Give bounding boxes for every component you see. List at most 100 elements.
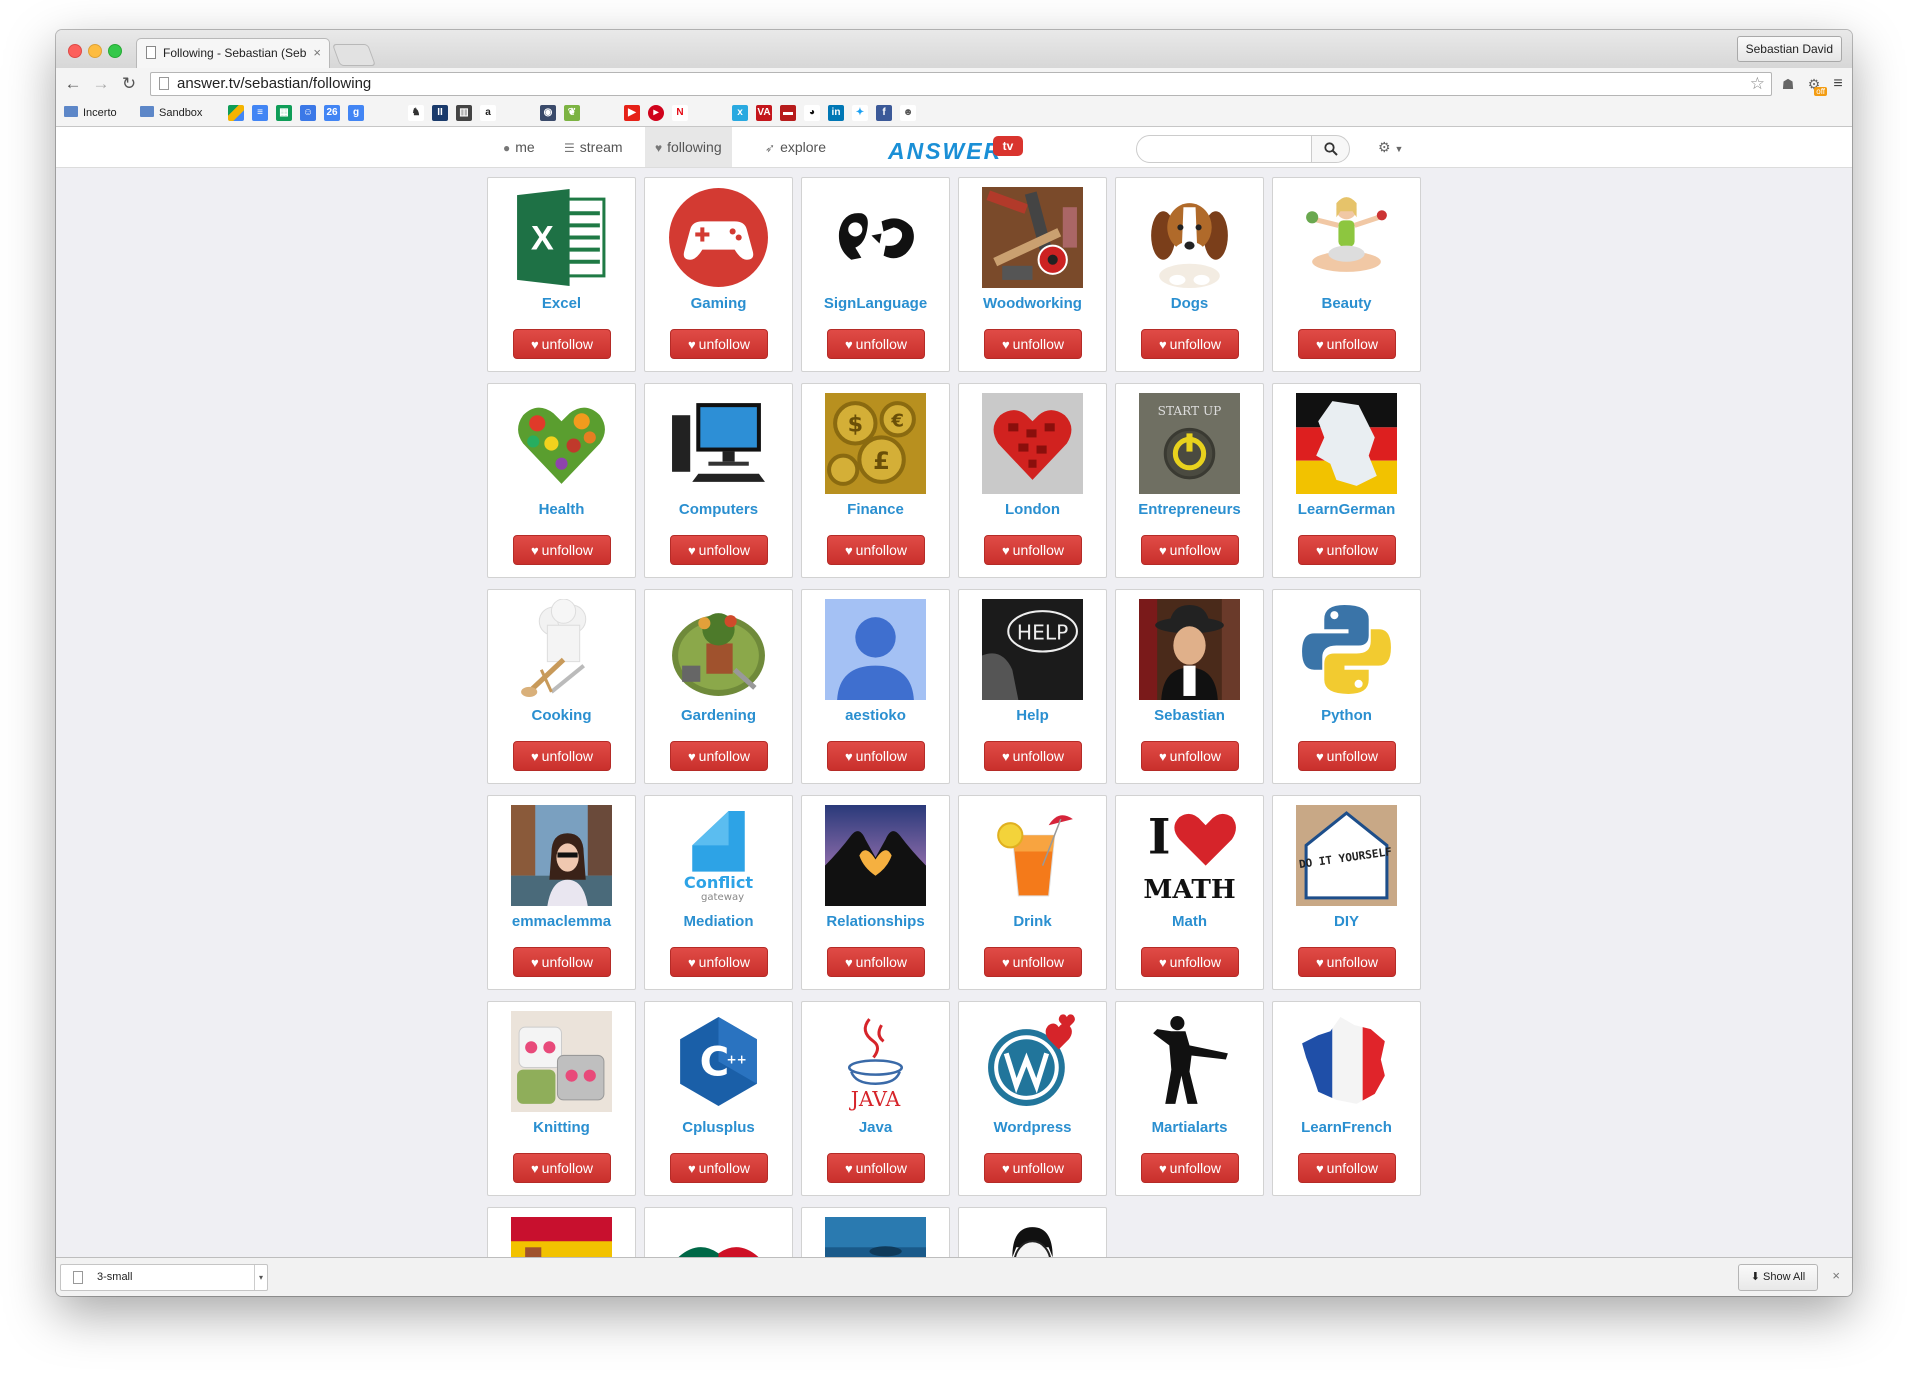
unfollow-button[interactable]: ♥ unfollow [1298, 329, 1396, 359]
unfollow-button[interactable]: ♥ unfollow [513, 1153, 611, 1183]
unfollow-button[interactable]: ♥ unfollow [1141, 741, 1239, 771]
topic-name[interactable]: LearnFrench [1273, 1119, 1420, 1136]
excel-thumbnail[interactable]: X [511, 187, 612, 288]
unfollow-button[interactable]: ♥ unfollow [984, 741, 1082, 771]
close-icon[interactable]: × [1832, 1268, 1840, 1283]
java-thumbnail[interactable]: JAVA [825, 1011, 926, 1112]
martialarts-thumbnail[interactable] [1139, 1011, 1240, 1112]
twitter-bookmark-icon[interactable]: ✦ [852, 105, 868, 121]
topic-name[interactable]: SignLanguage [802, 295, 949, 312]
unfollow-button[interactable]: ♥ unfollow [827, 1153, 925, 1183]
forward-icon[interactable]: → [90, 72, 112, 96]
unfollow-button[interactable]: ♥ unfollow [513, 329, 611, 359]
unfollow-button[interactable]: ♥ unfollow [1298, 741, 1396, 771]
close-window-button[interactable] [68, 44, 82, 58]
unfollow-button[interactable]: ♥ unfollow [984, 535, 1082, 565]
topic-name[interactable]: DIY [1273, 913, 1420, 930]
unfollow-button[interactable]: ♥ unfollow [513, 741, 611, 771]
computers-thumbnail[interactable] [668, 393, 769, 494]
topic-name[interactable]: Entrepreneurs [1116, 501, 1263, 518]
reload-icon[interactable]: ↻ [118, 72, 140, 96]
topic-name[interactable]: Gaming [645, 295, 792, 312]
unfollow-button[interactable]: ♥ unfollow [827, 947, 925, 977]
topic-name[interactable]: Computers [645, 501, 792, 518]
signlanguage-thumbnail[interactable] [825, 187, 926, 288]
topic-name[interactable]: Finance [802, 501, 949, 518]
topic-name[interactable]: Math [1116, 913, 1263, 930]
unfollow-button[interactable]: ♥ unfollow [1141, 1153, 1239, 1183]
aestioko-avatar[interactable] [825, 599, 926, 700]
unfollow-button[interactable]: ♥ unfollow [670, 535, 768, 565]
topic-name[interactable]: Beauty [1273, 295, 1420, 312]
menu-icon[interactable]: ≡ [1828, 74, 1848, 94]
bookmark-star-icon[interactable]: ☆ [1750, 73, 1765, 95]
topic-name[interactable]: Knitting [488, 1119, 635, 1136]
unfollow-button[interactable]: ♥ unfollow [670, 947, 768, 977]
learnfrench-thumbnail[interactable] [1296, 1011, 1397, 1112]
search-button[interactable] [1311, 135, 1350, 163]
bookmark-folder-incerto[interactable]: Incerto [64, 105, 117, 121]
settings-dropdown[interactable]: ⚙ ▼ [1378, 127, 1403, 167]
instapaper-bookmark-icon[interactable]: II [432, 105, 448, 121]
gardening-thumbnail[interactable] [668, 599, 769, 700]
python-thumbnail[interactable] [1296, 599, 1397, 700]
github-bookmark-icon[interactable]: ◕ [804, 105, 820, 121]
unfollow-button[interactable]: ♥ unfollow [1298, 947, 1396, 977]
topic-name[interactable]: Sebastian [1116, 707, 1263, 724]
play-bookmark-icon[interactable]: ▸ [648, 105, 664, 121]
topic-name[interactable]: Martialarts [1116, 1119, 1263, 1136]
mexican-flag-thumbnail[interactable] [668, 1217, 769, 1257]
unfollow-button[interactable]: ♥ unfollow [984, 1153, 1082, 1183]
diving-thumbnail[interactable] [825, 1217, 926, 1257]
address-bar[interactable]: answer.tv/sebastian/following ☆ [150, 72, 1772, 96]
topic-name[interactable]: Wordpress [959, 1119, 1106, 1136]
health-thumbnail[interactable] [511, 393, 612, 494]
london-thumbnail[interactable] [982, 393, 1083, 494]
nav-me[interactable]: ● me [503, 127, 535, 167]
topic-name[interactable]: Help [959, 707, 1106, 724]
topic-name[interactable]: aestioko [802, 707, 949, 724]
help-thumbnail[interactable]: HELP [982, 599, 1083, 700]
sebastian-avatar[interactable] [1139, 599, 1240, 700]
topic-name[interactable]: Python [1273, 707, 1420, 724]
extension-alien-icon[interactable]: ☗ [1778, 74, 1798, 94]
download-item[interactable]: 3-small ▾ [60, 1264, 268, 1291]
gaming-thumbnail[interactable] [668, 187, 769, 288]
knitting-thumbnail[interactable] [511, 1011, 612, 1112]
unfollow-button[interactable]: ♥ unfollow [984, 329, 1082, 359]
contacts-bookmark-icon[interactable]: ☺ [300, 105, 316, 121]
topic-name[interactable]: Health [488, 501, 635, 518]
leaf-bookmark-icon[interactable]: ❦ [564, 105, 580, 121]
unfollow-button[interactable]: ♥ unfollow [827, 329, 925, 359]
unfollow-button[interactable]: ♥ unfollow [513, 535, 611, 565]
cooking-thumbnail[interactable] [511, 599, 612, 700]
unfollow-button[interactable]: ♥ unfollow [984, 947, 1082, 977]
topic-name[interactable]: London [959, 501, 1106, 518]
minimize-window-button[interactable] [88, 44, 102, 58]
x-bookmark-icon[interactable]: x [732, 105, 748, 121]
topic-name[interactable]: Java [802, 1119, 949, 1136]
site-logo-tv[interactable]: tv [993, 136, 1023, 156]
facebook-bookmark-icon[interactable]: f [876, 105, 892, 121]
drink-thumbnail[interactable] [982, 805, 1083, 906]
topic-name[interactable]: Woodworking [959, 295, 1106, 312]
cplusplus-thumbnail[interactable]: C ++ [668, 1011, 769, 1112]
extension-robot-icon[interactable]: ⚙ off [1804, 74, 1827, 96]
zoom-window-button[interactable] [108, 44, 122, 58]
youtube-bookmark-icon[interactable]: ▶ [624, 105, 640, 121]
topic-name[interactable]: Mediation [645, 913, 792, 930]
amazon-bookmark-icon[interactable]: a [480, 105, 496, 121]
dogs-thumbnail[interactable] [1139, 187, 1240, 288]
calendar-bookmark-icon[interactable]: 26 [324, 105, 340, 121]
unfollow-button[interactable]: ♥ unfollow [827, 535, 925, 565]
topic-name[interactable]: Dogs [1116, 295, 1263, 312]
emmaclemma-avatar[interactable] [511, 805, 612, 906]
nav-explore[interactable]: ➶ explore [765, 127, 826, 167]
va-bookmark-icon[interactable]: VA [756, 105, 772, 121]
github-alt-bookmark-icon[interactable]: ◉ [540, 105, 556, 121]
diy-thumbnail[interactable]: DO IT YOURSELF [1296, 805, 1397, 906]
trello-bookmark-icon[interactable]: ▥ [456, 105, 472, 121]
bookmark-folder-sandbox[interactable]: Sandbox [140, 105, 202, 121]
unfollow-button[interactable]: ♥ unfollow [670, 329, 768, 359]
unfollow-button[interactable]: ♥ unfollow [670, 741, 768, 771]
